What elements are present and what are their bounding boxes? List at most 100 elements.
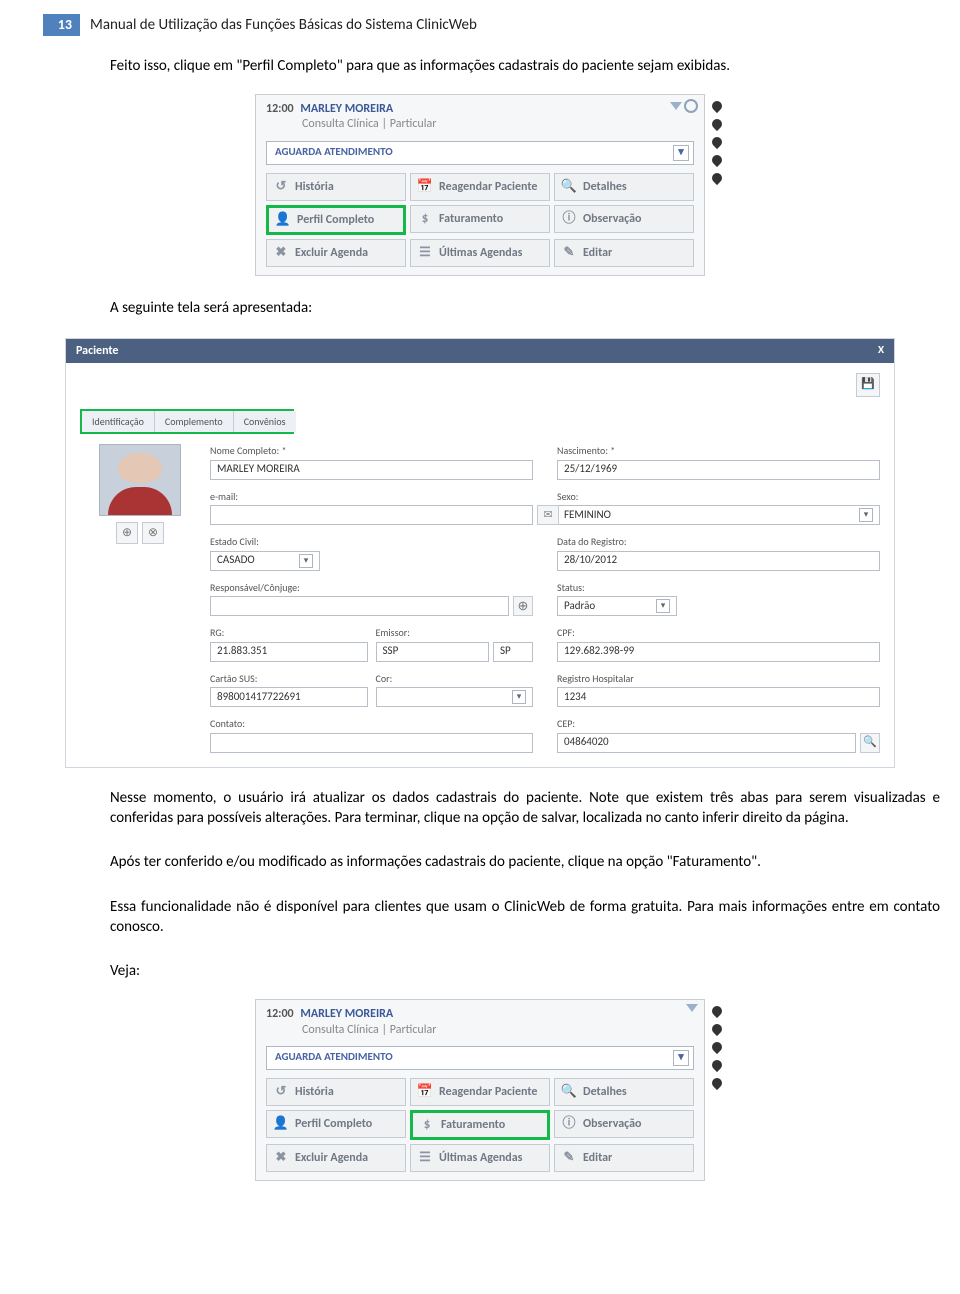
doc-title: Manual de Utilização das Funções Básicas… [90, 15, 477, 35]
perfil-completo-button[interactable]: 👤 Perfil Completo [266, 1110, 406, 1138]
add-photo-button[interactable]: ⊕ [116, 522, 138, 544]
plus-icon: ⊕ [518, 598, 529, 616]
expand-icon[interactable] [686, 1004, 698, 1012]
input-cpf[interactable]: 129.682.398-99 [557, 642, 880, 662]
tick-icon [710, 1076, 724, 1090]
agenda-top-icons [686, 1004, 698, 1012]
select-status[interactable]: Padrão ▾ [557, 596, 677, 616]
excluir-label: Excluir Agenda [295, 245, 368, 261]
photo-column: ⊕ ⊗ [80, 444, 200, 753]
input-email[interactable] [210, 505, 533, 525]
refresh-icon[interactable] [684, 99, 698, 113]
agenda-card: 12:00 MARLEY MOREIRA Consulta Clínica | … [255, 999, 705, 1180]
input-data-registro[interactable]: 28/10/2012 [557, 551, 880, 571]
agenda-header: 12:00 MARLEY MOREIRA Consulta Clínica | … [256, 1000, 704, 1041]
input-nascimento[interactable]: 25/12/1969 [557, 460, 880, 480]
close-button[interactable]: X [878, 343, 884, 358]
observacao-button[interactable]: ⓘ Observação [554, 205, 694, 233]
observacao-button[interactable]: ⓘObservação [554, 1110, 694, 1138]
input-responsavel[interactable] [210, 596, 509, 616]
editar-button[interactable]: ✎Editar [554, 1144, 694, 1172]
input-emissor-uf[interactable]: SP [493, 642, 533, 662]
historia-button[interactable]: ↺ História [266, 173, 406, 201]
historia-label: História [295, 179, 334, 195]
select-estado-civil[interactable]: CASADO▾ [210, 551, 320, 571]
search-cep-button[interactable]: 🔍 [860, 733, 880, 753]
agenda-button-grid: ↺História 📅Reagendar Paciente 🔍Detalhes … [256, 173, 704, 275]
input-nome[interactable]: MARLEY MOREIRA [210, 460, 533, 480]
reagendar-label: Reagendar Paciente [439, 179, 537, 195]
input-emissor-orgao[interactable]: SSP [376, 642, 490, 662]
chevron-down-icon: ▾ [656, 599, 670, 613]
detalhes-button[interactable]: 🔍Detalhes [554, 173, 694, 201]
agenda-top-icons [670, 99, 698, 113]
detalhes-button[interactable]: 🔍Detalhes [554, 1078, 694, 1106]
history-icon: ↺ [273, 179, 289, 195]
label-sus: Cartão SUS: [210, 672, 368, 686]
page-number: 13 [58, 16, 72, 35]
close-icon: ✖ [273, 245, 289, 261]
paragraph-6: Veja: [0, 947, 960, 991]
agenda-patient-name[interactable]: MARLEY MOREIRA [300, 1006, 393, 1022]
reagendar-button[interactable]: 📅Reagendar Paciente [410, 1078, 550, 1106]
add-responsavel-button[interactable]: ⊕ [513, 596, 533, 616]
remove-photo-button[interactable]: ⊗ [142, 522, 164, 544]
faturamento-button[interactable]: $Faturamento [410, 205, 550, 233]
reagendar-label: Reagendar Paciente [439, 1084, 537, 1100]
perfil-label: Perfil Completo [297, 212, 374, 228]
paragraph-3: Nesse momento, o usuário irá atualizar o… [0, 774, 960, 839]
excluir-label: Excluir Agenda [295, 1150, 368, 1166]
photo-buttons: ⊕ ⊗ [116, 522, 164, 544]
input-rg[interactable]: 21.883.351 [210, 642, 368, 662]
expand-icon[interactable] [670, 102, 682, 110]
status-value: AGUARDA ATENDIMENTO [275, 1050, 393, 1065]
editar-button[interactable]: ✎Editar [554, 239, 694, 267]
historia-button[interactable]: ↺História [266, 1078, 406, 1106]
paragraph-2: A seguinte tela será apresentada: [0, 284, 960, 328]
status-select[interactable]: AGUARDA ATENDIMENTO ▾ [266, 141, 694, 165]
ultimas-button[interactable]: ☰Últimas Agendas [410, 239, 550, 267]
tab-convenios[interactable]: Convênios [234, 411, 296, 433]
input-contato[interactable] [210, 733, 533, 753]
save-button[interactable]: 💾 [856, 373, 880, 397]
label-nome: Nome Completo: * [210, 444, 533, 458]
perfil-completo-button[interactable]: 👤Perfil Completo [266, 205, 406, 235]
input-sus[interactable]: 898001417722691 [210, 687, 368, 707]
tick-icon [710, 117, 724, 131]
agenda-screenshot-2: 12:00 MARLEY MOREIRA Consulta Clínica | … [0, 991, 960, 1188]
form-body: ⊕ ⊗ Nome Completo: * MARLEY MOREIRA Nasci… [66, 434, 894, 767]
input-cep[interactable]: 04864020 [557, 733, 856, 753]
reagendar-button[interactable]: 📅Reagendar Paciente [410, 173, 550, 201]
send-mail-button[interactable]: ✉ [537, 505, 559, 525]
tab-identificacao[interactable]: Identificação [82, 411, 155, 433]
observacao-label: Observação [583, 211, 641, 227]
chevron-down-icon: ▾ [299, 554, 313, 568]
side-ticks [712, 101, 722, 183]
faturamento-button[interactable]: $Faturamento [410, 1110, 550, 1140]
label-cpf: CPF: [557, 626, 880, 640]
ultimas-button[interactable]: ☰Últimas Agendas [410, 1144, 550, 1172]
input-reg-hosp[interactable]: 1234 [557, 687, 880, 707]
history-icon: ↺ [273, 1084, 289, 1100]
remove-icon: ⊗ [148, 525, 158, 541]
label-cor: Cor: [376, 672, 534, 686]
chevron-down-icon: ▾ [673, 145, 689, 161]
perfil-label: Perfil Completo [295, 1116, 372, 1132]
label-nascimento: Nascimento: * [557, 444, 880, 458]
editar-label: Editar [583, 245, 612, 261]
excluir-button[interactable]: ✖Excluir Agenda [266, 1144, 406, 1172]
excluir-button[interactable]: ✖ Excluir Agenda [266, 239, 406, 267]
ultimas-label: Últimas Agendas [439, 1150, 522, 1166]
tick-icon [710, 171, 724, 185]
status-value: Padrão [564, 599, 595, 614]
agenda-patient-name[interactable]: MARLEY MOREIRA [300, 101, 393, 117]
status-select[interactable]: AGUARDA ATENDIMENTO ▾ [266, 1046, 694, 1070]
form-tabs: Identificação Complemento Convênios [80, 409, 294, 435]
select-sexo[interactable]: FEMININO▾ [557, 505, 880, 525]
select-cor[interactable]: ▾ [376, 687, 534, 707]
person-icon: 👤 [273, 1116, 289, 1132]
money-icon: $ [417, 211, 433, 227]
tab-complemento[interactable]: Complemento [155, 411, 234, 433]
info-icon: ⓘ [561, 211, 577, 227]
tick-icon [710, 1040, 724, 1054]
